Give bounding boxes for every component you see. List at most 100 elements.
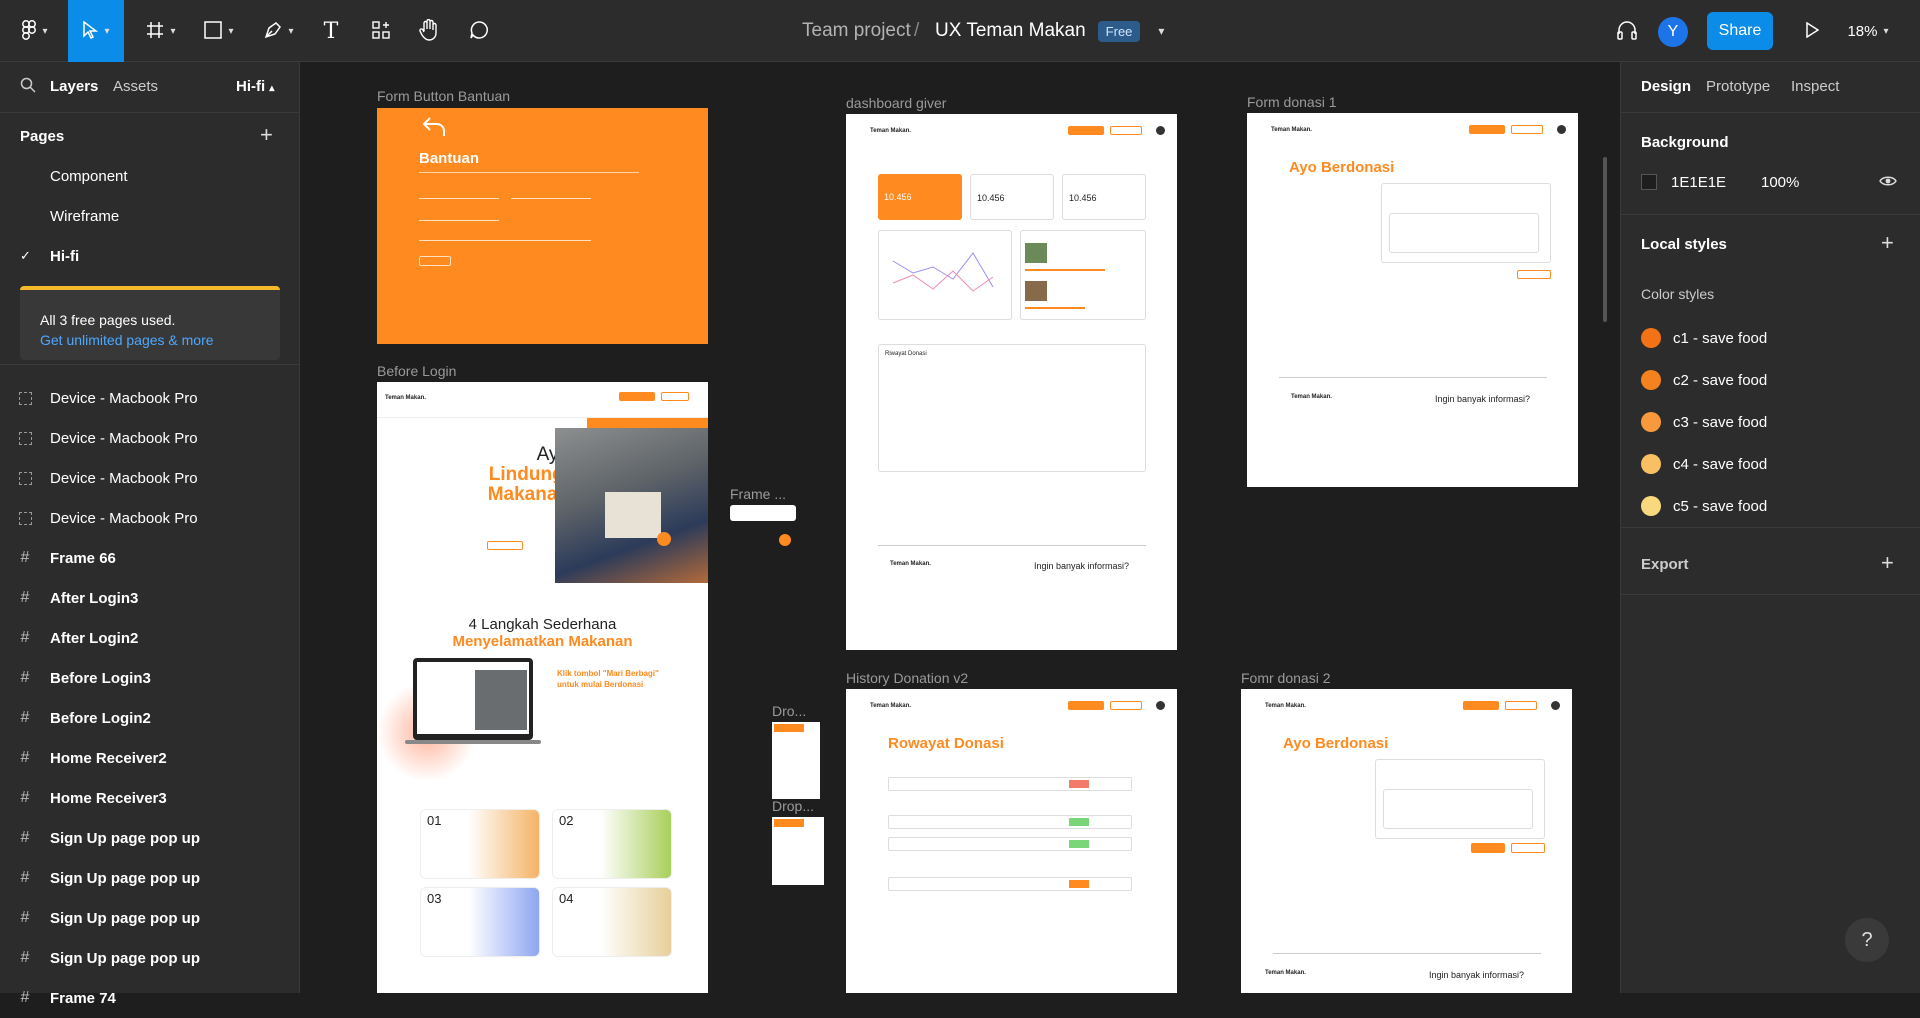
progress-bar	[1025, 307, 1085, 309]
color-swatch[interactable]	[1641, 496, 1661, 516]
resources-tool-button[interactable]	[366, 0, 396, 62]
background-hex[interactable]: 1E1E1E	[1671, 174, 1726, 191]
brand: Teman Makan.	[870, 703, 911, 709]
share-button[interactable]: Share	[1707, 12, 1773, 50]
color-swatch[interactable]	[1641, 454, 1661, 474]
layer-item[interactable]: # Frame 74	[0, 978, 300, 1018]
text-tool-button[interactable]: T	[316, 0, 346, 62]
vertical-scrollbar[interactable]	[1603, 157, 1607, 322]
layer-item[interactable]: # Home Receiver2	[0, 738, 300, 778]
layer-item[interactable]: # Sign Up page pop up	[0, 938, 300, 978]
canvas[interactable]: Form Button Bantuan Bantuan Before Login…	[300, 62, 1620, 993]
nav-button	[1469, 125, 1505, 134]
frame-label-before-login[interactable]: Before Login	[377, 363, 456, 379]
nav-button	[1463, 701, 1499, 710]
chevron-down-icon: ▾	[288, 25, 294, 37]
shape-tool-button[interactable]: ▾	[196, 0, 242, 62]
file-name[interactable]: UX Teman Makan Free ▾	[935, 0, 1164, 62]
background-opacity[interactable]: 100%	[1761, 174, 1799, 191]
color-style-name[interactable]: c3 - save food	[1673, 414, 1767, 431]
file-name-text[interactable]: UX Teman Makan	[935, 20, 1086, 42]
add-export-icon[interactable]: +	[1881, 550, 1894, 576]
chevron-down-icon[interactable]: ▾	[1158, 24, 1164, 38]
dropdown-header	[774, 724, 804, 732]
layer-item[interactable]: # Home Receiver3	[0, 778, 300, 818]
layer-item[interactable]: # Before Login2	[0, 698, 300, 738]
donation-history-card: Riwayat Donasi	[878, 344, 1146, 472]
layer-item[interactable]: # Sign Up page pop up	[0, 858, 300, 898]
frame-history-donation[interactable]: Teman Makan. Rowayat Donasi	[846, 689, 1177, 993]
tab-prototype[interactable]: Prototype	[1706, 78, 1770, 95]
laptop-base	[405, 740, 541, 744]
nav-button	[1511, 125, 1543, 134]
upgrade-link[interactable]: Get unlimited pages & more	[40, 330, 260, 350]
frame-label-drop-2[interactable]: Drop...	[772, 798, 814, 814]
frame-label-form-button-bantuan[interactable]: Form Button Bantuan	[377, 88, 510, 104]
color-swatch[interactable]	[1641, 370, 1661, 390]
frame-dashboard-giver[interactable]: Teman Makan. 10.456 10.456 10.456 Riwaya…	[846, 114, 1177, 650]
layer-item[interactable]: Device - Macbook Pro	[0, 458, 300, 498]
frame-label-form-donasi-1[interactable]: Form donasi 1	[1247, 94, 1336, 110]
tab-layers[interactable]: Layers	[50, 78, 98, 95]
page-selector[interactable]: Hi-fi ▴	[236, 78, 274, 95]
frame-label-small[interactable]: Frame ...	[730, 486, 786, 502]
layer-item[interactable]: # Frame 66	[0, 538, 300, 578]
tab-assets[interactable]: Assets	[113, 78, 158, 95]
frame-label-dashboard-giver[interactable]: dashboard giver	[846, 95, 946, 111]
page-item-component[interactable]: Component	[50, 168, 128, 185]
step-number: 03	[427, 891, 442, 906]
layer-label: Frame 74	[50, 989, 116, 1007]
zoom-menu[interactable]: 18% ▾	[1838, 0, 1898, 62]
search-icon[interactable]	[20, 77, 36, 98]
step-number: 02	[559, 813, 574, 828]
page-item-hi-fi[interactable]: Hi-fi	[50, 248, 79, 265]
pen-tool-button[interactable]: ▾	[256, 0, 302, 62]
frame-form-button-bantuan[interactable]: Bantuan	[377, 108, 708, 344]
frame-form-donasi-2[interactable]: Teman Makan. Ayo Berdonasi Teman Makan. …	[1241, 689, 1572, 993]
color-style-name[interactable]: c2 - save food	[1673, 372, 1767, 389]
avatar[interactable]: Y	[1658, 17, 1688, 47]
layer-item[interactable]: Device - Macbook Pro	[0, 418, 300, 458]
line-chart	[892, 252, 994, 292]
color-style-name[interactable]: c5 - save food	[1673, 498, 1767, 515]
layer-item[interactable]: Device - Macbook Pro	[0, 498, 300, 538]
help-button[interactable]: ?	[1845, 918, 1889, 962]
color-style-name[interactable]: c4 - save food	[1673, 456, 1767, 473]
add-page-icon[interactable]: +	[260, 122, 273, 148]
frame-before-login[interactable]: Teman Makan. Ayo Lindungi Makanan 4 Lang…	[377, 382, 708, 993]
eye-icon[interactable]	[1879, 174, 1897, 193]
add-style-icon[interactable]: +	[1881, 230, 1894, 256]
hand-tool-button[interactable]	[414, 0, 444, 62]
comment-tool-button[interactable]	[464, 0, 494, 62]
layer-item[interactable]: # Sign Up page pop up	[0, 898, 300, 938]
color-style-name[interactable]: c1 - save food	[1673, 330, 1767, 347]
main-menu-button[interactable]: ▾	[10, 0, 60, 62]
layer-item[interactable]: # Sign Up page pop up	[0, 818, 300, 858]
frame-form-donasi-1[interactable]: Teman Makan. Ayo Berdonasi Teman Makan. …	[1247, 113, 1578, 487]
team-breadcrumb[interactable]: Team project	[802, 0, 911, 62]
color-swatch[interactable]	[1641, 412, 1661, 432]
layer-item[interactable]: # After Login2	[0, 618, 300, 658]
layer-item[interactable]: # After Login3	[0, 578, 300, 618]
tab-inspect[interactable]: Inspect	[1791, 78, 1839, 95]
frame-drop-2[interactable]	[772, 817, 824, 885]
right-panel: Design Prototype Inspect Background 1E1E…	[1620, 62, 1920, 993]
send-button	[419, 256, 451, 266]
present-button[interactable]	[1797, 0, 1827, 62]
frame-label-history-donation[interactable]: History Donation v2	[846, 670, 968, 686]
tab-design[interactable]: Design	[1641, 78, 1691, 95]
audio-chat-button[interactable]	[1612, 0, 1642, 62]
frame-drop-1[interactable]	[772, 722, 820, 799]
move-tool-button[interactable]: ▾	[68, 0, 124, 62]
page-item-wireframe[interactable]: Wireframe	[50, 208, 119, 225]
layer-item[interactable]: Device - Macbook Pro	[0, 378, 300, 418]
background-swatch[interactable]	[1641, 174, 1657, 190]
footer-brand: Teman Makan.	[890, 561, 931, 567]
frame-label-drop-1[interactable]: Dro...	[772, 703, 806, 719]
frame-tool-button[interactable]: ▾	[138, 0, 184, 62]
layer-item[interactable]: # Before Login3	[0, 658, 300, 698]
frame-label-form-donasi-2[interactable]: Fomr donasi 2	[1241, 670, 1330, 686]
frame-small[interactable]	[730, 505, 796, 521]
chevron-down-icon: ▾	[42, 25, 48, 37]
color-swatch[interactable]	[1641, 328, 1661, 348]
